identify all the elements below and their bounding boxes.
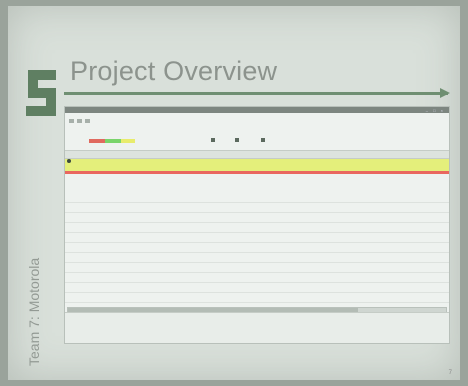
column-header[interactable] bbox=[79, 151, 115, 158]
title-arrow-icon bbox=[440, 88, 450, 98]
status-chip-yellow[interactable] bbox=[121, 139, 135, 143]
column-header[interactable] bbox=[285, 151, 319, 158]
column-header[interactable] bbox=[349, 151, 409, 158]
team-label: Team 7: Motorola bbox=[26, 257, 42, 366]
presentation-slide: Project Overview – □ × Team 7: Motorola … bbox=[8, 6, 460, 380]
app-titlebar: – □ × bbox=[65, 107, 449, 113]
column-header[interactable] bbox=[261, 151, 285, 158]
details-panel bbox=[65, 312, 449, 343]
table-cell bbox=[79, 165, 115, 171]
table-cell bbox=[239, 165, 261, 171]
option-1[interactable] bbox=[211, 138, 217, 142]
column-header[interactable] bbox=[155, 151, 205, 158]
table-cell bbox=[319, 165, 349, 171]
table-cell bbox=[349, 165, 409, 171]
table-cell bbox=[409, 165, 449, 171]
checkbox-icon bbox=[235, 138, 239, 142]
checkbox-icon bbox=[261, 138, 265, 142]
column-header[interactable] bbox=[115, 151, 155, 158]
table-cell bbox=[65, 165, 79, 171]
table-cell bbox=[115, 165, 155, 171]
table-cell bbox=[285, 165, 319, 171]
page-number: 7 bbox=[448, 370, 452, 376]
app-subtitle bbox=[65, 124, 449, 130]
option-3[interactable] bbox=[261, 138, 267, 142]
table-row[interactable] bbox=[65, 171, 449, 174]
column-header[interactable] bbox=[239, 151, 261, 158]
checkbox-icon bbox=[211, 138, 215, 142]
column-header[interactable] bbox=[319, 151, 349, 158]
window-controls[interactable]: – □ × bbox=[426, 108, 445, 113]
column-header[interactable] bbox=[65, 151, 79, 158]
toolbar-button[interactable] bbox=[69, 119, 74, 123]
column-header[interactable] bbox=[205, 151, 239, 158]
grid-header bbox=[65, 150, 449, 159]
filter-row bbox=[65, 136, 449, 148]
empty-grid-area bbox=[65, 193, 449, 313]
status-dot-icon bbox=[67, 159, 71, 163]
table-row[interactable] bbox=[65, 165, 449, 171]
table-cell bbox=[205, 165, 239, 171]
toolbar-button[interactable] bbox=[77, 119, 82, 123]
table-cell bbox=[261, 165, 285, 171]
table-cell bbox=[155, 165, 205, 171]
slide-title: Project Overview bbox=[70, 56, 278, 86]
status-chip-green[interactable] bbox=[105, 139, 121, 143]
app-window-screenshot: – □ × bbox=[64, 106, 450, 344]
spartan-s-logo bbox=[26, 70, 56, 116]
column-header[interactable] bbox=[409, 151, 449, 158]
option-2[interactable] bbox=[235, 138, 241, 142]
title-underline bbox=[64, 92, 448, 95]
status-chip-red[interactable] bbox=[89, 139, 105, 143]
toolbar-button[interactable] bbox=[85, 119, 90, 123]
